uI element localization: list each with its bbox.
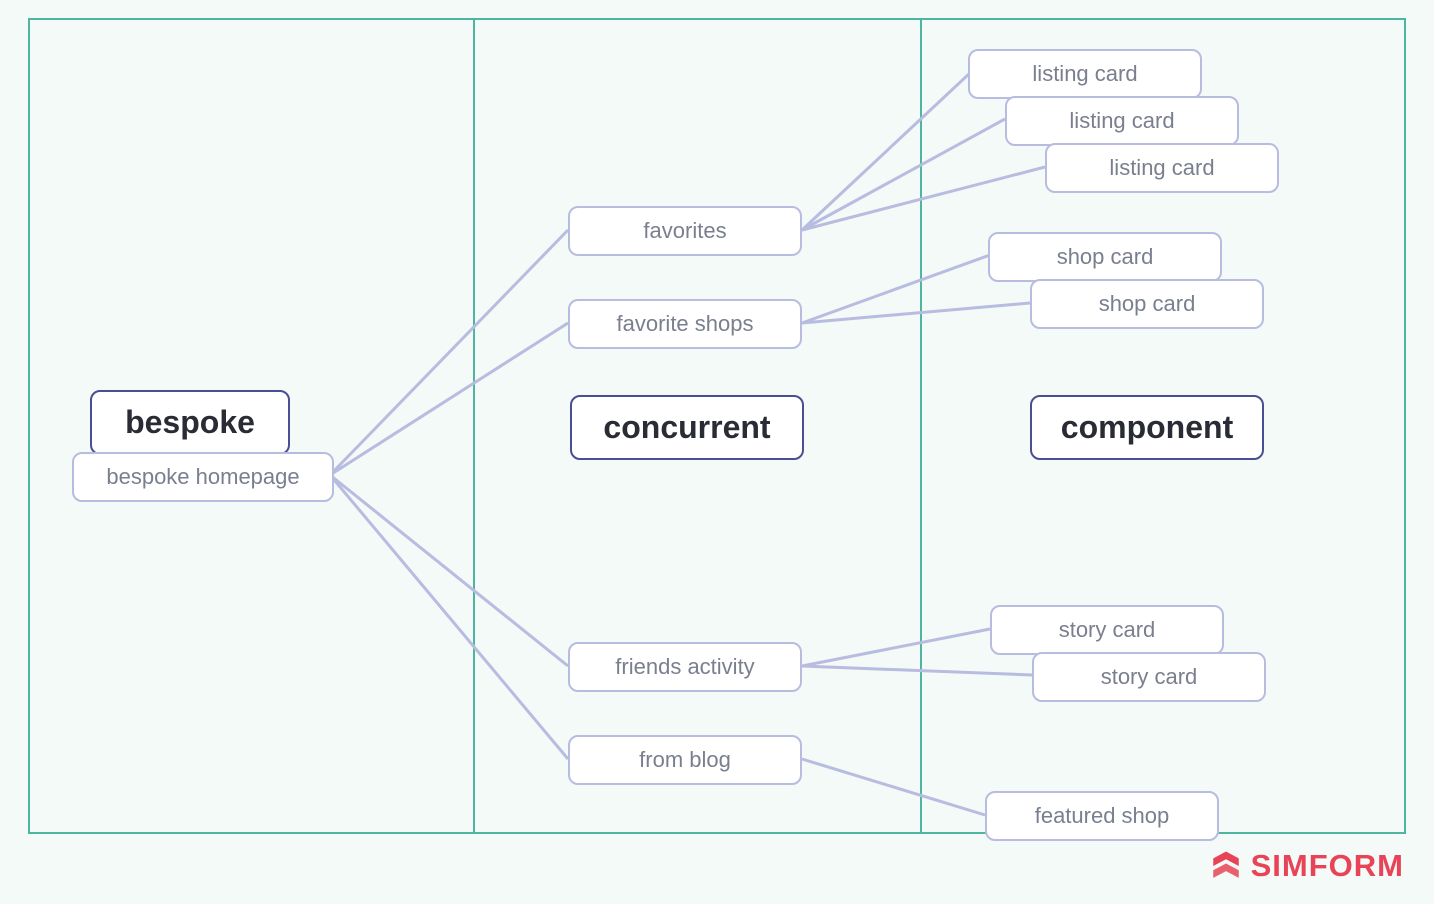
column-divider — [473, 20, 475, 832]
bespoke-header: bespoke — [90, 390, 290, 455]
story-card-node: story card — [990, 605, 1224, 655]
friends-activity-node: friends activity — [568, 642, 802, 692]
diagram-container: bespoke bespoke homepage favorites favor… — [28, 18, 1406, 834]
listing-card-node: listing card — [1005, 96, 1239, 146]
favorites-node: favorites — [568, 206, 802, 256]
shop-card-node: shop card — [1030, 279, 1264, 329]
concurrent-header: concurrent — [570, 395, 804, 460]
story-card-node: story card — [1032, 652, 1266, 702]
featured-shop-node: featured shop — [985, 791, 1219, 841]
listing-card-node: listing card — [968, 49, 1202, 99]
favorite-shops-node: favorite shops — [568, 299, 802, 349]
component-header: component — [1030, 395, 1264, 460]
bespoke-homepage-node: bespoke homepage — [72, 452, 334, 502]
simform-logo-icon — [1209, 849, 1243, 883]
listing-card-node: listing card — [1045, 143, 1279, 193]
from-blog-node: from blog — [568, 735, 802, 785]
shop-card-node: shop card — [988, 232, 1222, 282]
simform-logo: SIMFORM — [1209, 848, 1404, 884]
simform-logo-text: SIMFORM — [1251, 848, 1404, 884]
column-divider — [920, 20, 922, 832]
